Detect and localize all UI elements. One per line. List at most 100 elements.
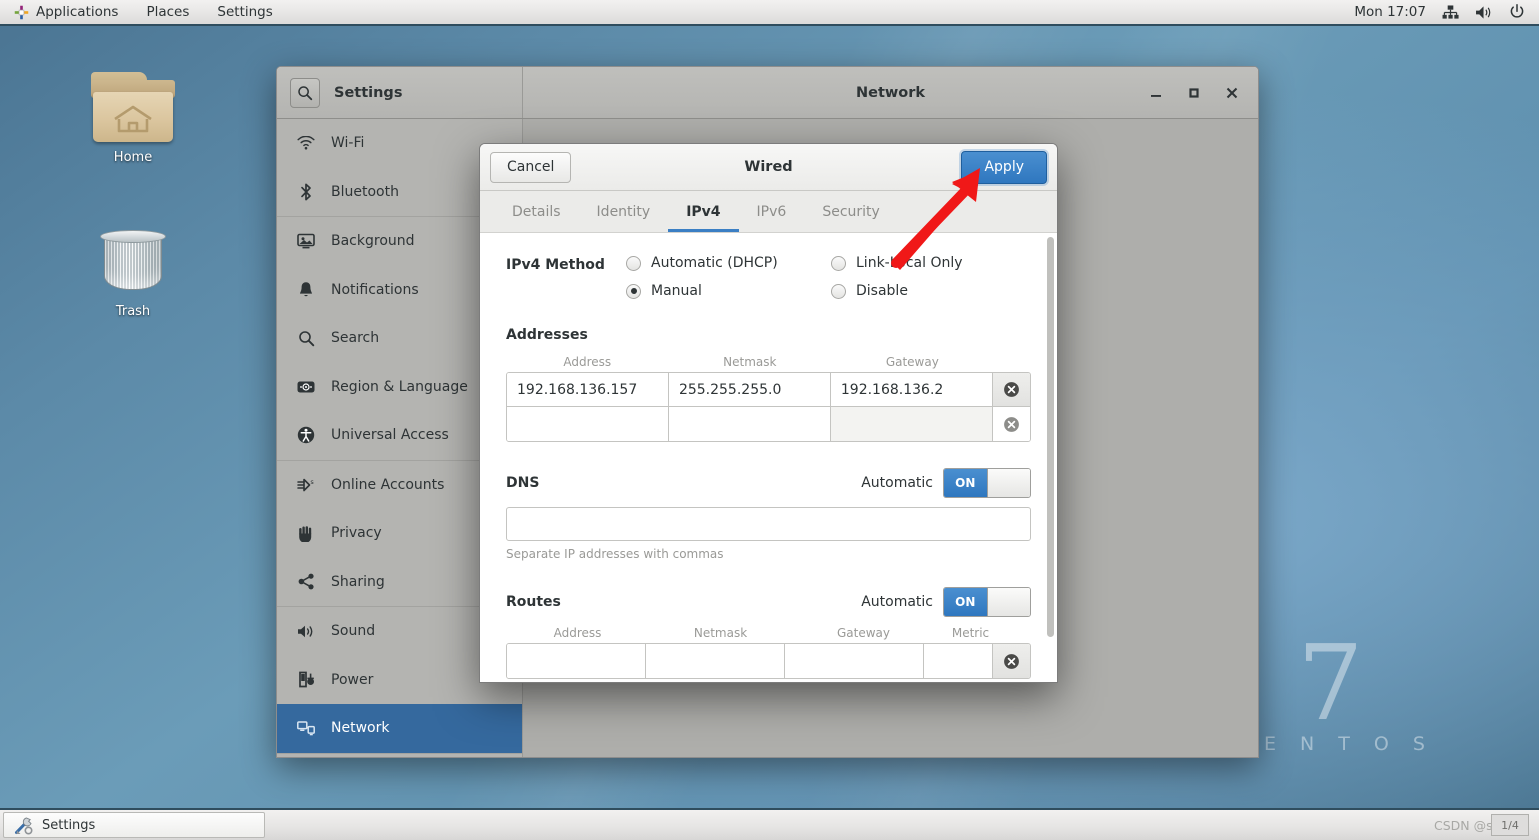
dns-header-row: DNS Automatic ON [506,468,1031,498]
netmask-input-1[interactable]: 255.255.255.0 [668,373,831,406]
close-icon[interactable] [1222,83,1242,103]
bluetooth-icon [297,183,315,201]
home-folder-icon [89,72,177,144]
sharing-icon [297,573,315,591]
taskbar-item-settings[interactable]: Settings [3,812,265,838]
dns-toggle-state: ON [944,469,987,497]
ipv4-method-row: IPv4 Method Automatic (DHCP) Manual Link… [506,255,1031,299]
addresses-table: 192.168.136.157 255.255.255.0 192.168.13… [506,372,1031,442]
sidebar-item-sharing-label: Sharing [331,573,385,590]
network-icon[interactable] [1442,4,1459,20]
gnome-bottom-bar: Settings CSDN @scan... 1/4 [0,808,1539,840]
desktop-icon-trash-label: Trash [115,304,151,319]
delete-circle-icon [1004,416,1019,432]
dns-hint-text: Separate IP addresses with commas [506,547,724,561]
radio-automatic-dhcp-indicator[interactable] [626,255,641,271]
addresses-col-netmask: Netmask [723,355,777,369]
taskbar-item-settings-label: Settings [42,817,96,833]
wifi-icon [297,134,315,152]
maximize-icon[interactable] [1184,83,1204,103]
house-glyph-icon [114,105,152,133]
address-input-2[interactable] [507,407,669,441]
search-button[interactable] [290,77,320,108]
sound-icon [297,622,315,640]
delete-address-row-1-button[interactable] [992,373,1030,406]
dns-automatic-toggle[interactable]: ON [943,468,1031,498]
addresses-row [507,407,1030,441]
dialog-scrollbar[interactable] [1047,237,1054,657]
power-icon[interactable] [1509,4,1525,20]
radio-disable-label: Disable [856,283,908,299]
sidebar-item-privacy-label: Privacy [331,525,382,542]
privacy-hand-icon [297,524,315,542]
dialog-tabs: Details Identity IPv4 IPv6 Security [480,191,1057,233]
radio-manual-indicator[interactable] [626,283,641,299]
ipv4-method-label: IPv4 Method [506,257,605,273]
netmask-input-2[interactable] [668,407,831,441]
radio-link-local-only-indicator[interactable] [831,255,846,271]
settings-titlebar-right: Network [523,67,1258,118]
settings-tools-icon [15,817,33,835]
gateway-input-2[interactable] [830,407,993,441]
sidebar-item-partial[interactable] [277,754,522,758]
ipv4-method-column-1: Automatic (DHCP) Manual [626,255,831,299]
routes-col-gateway: Gateway [836,626,890,640]
radio-link-local-only-label: Link-Local Only [856,255,963,271]
sidebar-item-background-label: Background [331,233,415,250]
network-icon [297,719,315,737]
sidebar-item-universal-access-label: Universal Access [331,427,449,444]
delete-address-row-2-button[interactable] [992,407,1030,441]
radio-manual[interactable]: Manual [626,283,831,299]
topbar-menu-places[interactable]: Places [132,0,203,24]
desktop-icon-home-label: Home [113,150,153,165]
sidebar-item-wifi-label: Wi-Fi [331,135,365,152]
dns-toggle-knob [986,469,1030,497]
addresses-col-gateway: Gateway [885,355,939,369]
topbar-menu-applications[interactable]: Applications [0,0,132,24]
dns-label: DNS [506,475,540,491]
topbar-menu-settings-label: Settings [217,4,273,20]
addresses-column-headers: Address Netmask Gateway [506,355,1031,369]
bell-icon [297,281,315,299]
sidebar-item-network[interactable]: Network [277,704,522,753]
wired-connection-dialog: Cancel Wired Apply Details Identity IPv4… [479,143,1058,683]
cancel-button[interactable]: Cancel [490,151,572,183]
route-netmask-input-1[interactable] [645,644,785,678]
route-gateway-input-1[interactable] [784,644,924,678]
sidebar-item-power-label: Power [331,671,374,688]
tab-details[interactable]: Details [494,192,579,232]
route-metric-input-1[interactable] [923,644,994,678]
online-accounts-icon: s [297,476,315,494]
sidebar-item-bluetooth-label: Bluetooth [331,183,399,200]
volume-icon[interactable] [1475,5,1493,20]
address-input-1[interactable]: 192.168.136.157 [507,373,669,406]
gateway-input-1[interactable]: 192.168.136.2 [830,373,993,406]
tab-identity[interactable]: Identity [579,192,669,232]
radio-link-local-only[interactable]: Link-Local Only [831,255,963,271]
desktop-icon-home[interactable]: Home [78,72,188,165]
routes-header-row: Routes Automatic ON [506,587,1031,617]
routes-automatic-toggle[interactable]: ON [943,587,1031,617]
minimize-icon[interactable] [1146,83,1166,103]
routes-automatic-label: Automatic [861,594,933,610]
radio-disable[interactable]: Disable [831,283,963,299]
routes-toggle-state: ON [944,588,987,616]
radio-automatic-dhcp[interactable]: Automatic (DHCP) [626,255,831,271]
tab-ipv6[interactable]: IPv6 [739,192,805,232]
dns-servers-input[interactable] [506,507,1031,541]
topbar-menu-settings[interactable]: Settings [203,0,286,24]
tab-security[interactable]: Security [804,192,898,232]
desktop-icon-trash[interactable]: Trash [78,222,188,319]
workspace-indicator[interactable]: 1/4 [1491,814,1529,836]
apply-button[interactable]: Apply [961,150,1047,184]
route-address-input-1[interactable] [507,644,646,678]
sidebar-item-online-accounts-label: Online Accounts [331,476,445,493]
tab-ipv4[interactable]: IPv4 [668,192,739,232]
routes-row [507,644,1030,678]
radio-disable-indicator[interactable] [831,283,846,299]
delete-route-row-1-button[interactable] [993,644,1030,678]
scrollbar-thumb[interactable] [1047,237,1054,637]
topbar-clock[interactable]: Mon 17:07 [1354,4,1426,20]
trash-can-icon [89,222,177,298]
routes-label: Routes [506,594,561,610]
